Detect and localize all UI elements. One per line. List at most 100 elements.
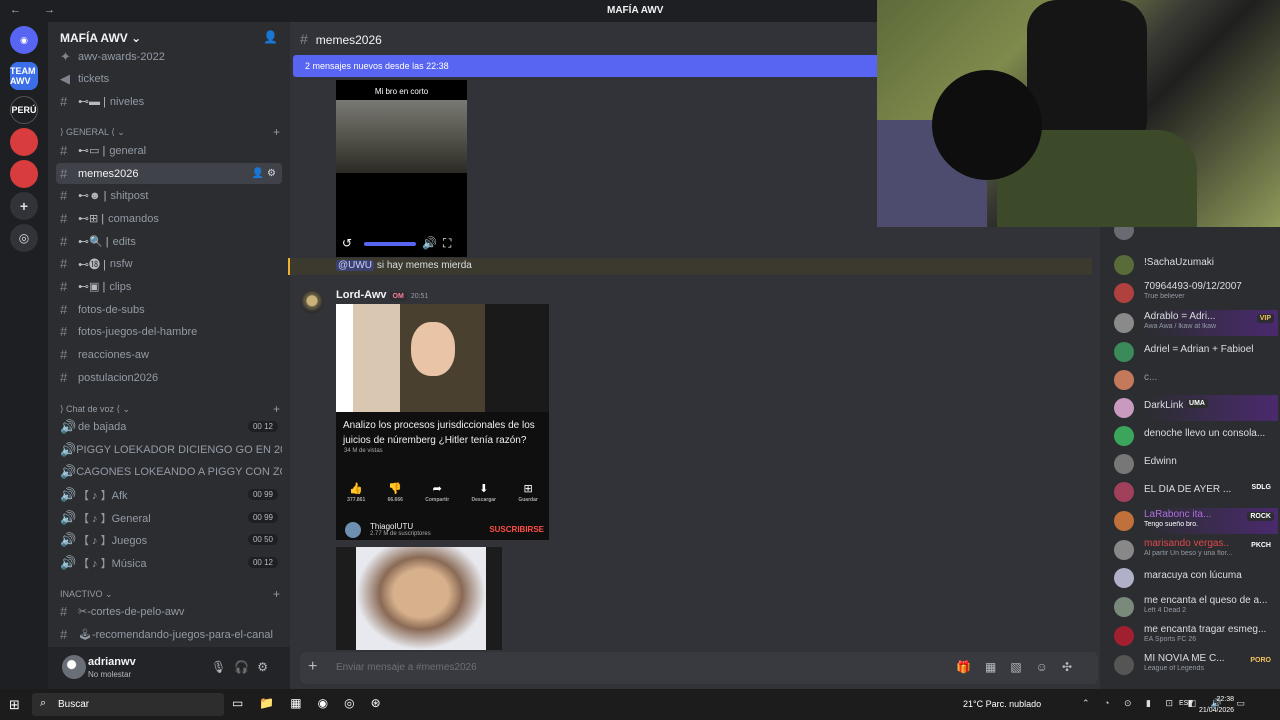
composer-tools[interactable]: 🎁▦▧☺✣ [956, 660, 1086, 674]
new-messages-bar[interactable]: 2 mensajes nuevos desde las 22:38 [293, 55, 877, 77]
user-controls[interactable]: 🎙🎧⚙ [211, 660, 276, 674]
member-item[interactable]: MI NOVIA ME C... League of Legends PORO [1112, 652, 1278, 678]
member-item[interactable]: LaRabonc ita... Tengo sueño bro. ROCK [1112, 508, 1278, 534]
voice-de-bajada[interactable]: 🔊 de bajada 00 12 [56, 416, 282, 437]
category-general[interactable]: ⟩ GENERAL ⟨ ⌄ + [60, 125, 286, 139]
headphones-icon[interactable]: 🎧 [234, 660, 257, 674]
sticker-icon[interactable]: ▧ [1010, 660, 1035, 674]
channel-reacciones[interactable]: # reacciones-aw [56, 344, 282, 365]
voice-general[interactable]: 🔊 【 ♪ 】General 00 99 [56, 507, 282, 528]
youtube-embed[interactable]: Analizo los procesos jurisdiccionales de… [336, 304, 549, 540]
discord-icon[interactable]: ◉ [318, 696, 344, 710]
discord-home-icon[interactable]: ◉ [10, 26, 38, 54]
voice-juegos[interactable]: 🔊 【 ♪ 】Juegos 00 50 [56, 529, 282, 550]
add-channel-icon[interactable]: + [273, 402, 280, 416]
share-button[interactable]: ➦ Compartir [425, 482, 449, 503]
add-channel-icon[interactable]: + [273, 587, 280, 601]
author-name[interactable]: Lord-Awv [336, 289, 387, 301]
category-voice[interactable]: ⟩ Chat de voz ⟨ ⌄ + [60, 402, 286, 416]
mic-icon[interactable]: 🎙 [211, 660, 234, 674]
member-item[interactable]: !SachaUzumaki [1112, 252, 1278, 278]
channel-settings-icon[interactable]: 👤 ⚙ [252, 168, 276, 179]
avatar[interactable] [300, 290, 324, 314]
member-item[interactable]: 70964493-09/12/2007 True believer [1112, 280, 1278, 306]
channel-comandos[interactable]: # ⊷⊞ | comandos [56, 208, 282, 229]
replay-icon[interactable]: ↺ [342, 236, 352, 250]
member-item[interactable]: DarkLink UMA [1112, 395, 1278, 421]
channel-edits[interactable]: # ⊷🔍 | edits [56, 231, 282, 252]
server-red-1[interactable] [10, 128, 38, 156]
voice-musica[interactable]: 🔊 【 ♪ 】Música 00 12 [56, 552, 282, 573]
server-red-2[interactable] [10, 160, 38, 188]
task-view-icon[interactable]: ▭ [232, 696, 259, 710]
member-item[interactable]: denoche llevo un consola... [1112, 423, 1278, 449]
member-item[interactable]: Edwinn [1112, 451, 1278, 477]
chrome-icon[interactable]: ◎ [344, 696, 370, 710]
channel-fotos-juegos[interactable]: # fotos-juegos-del-hambre [56, 321, 282, 342]
channel-awv-awards[interactable]: ✦ awv-awards-2022 [56, 46, 282, 67]
member-item[interactable]: maracuya con lúcuma [1112, 565, 1278, 591]
member-item[interactable]: marisando vergas... Al partir Un beso y u… [1112, 537, 1278, 563]
channel-recomendando[interactable]: # 🕹-recomendando-juegos-para-el-canal [56, 624, 282, 645]
member-item[interactable]: Adriel = Adrian + Fabioel [1112, 339, 1278, 365]
windows-start-icon[interactable]: ⊞ [9, 697, 20, 713]
subscribe-button[interactable]: SUSCRIBIRSE [489, 525, 544, 534]
channel-memes2026[interactable]: # memes2026 👤 ⚙ [56, 163, 282, 184]
explorer-icon[interactable]: 📁 [259, 696, 290, 710]
video-title[interactable]: Analizo los procesos jurisdiccionales de… [336, 412, 549, 448]
voice-piggy-2[interactable]: 🔊 CAGONES LOKEANDO A PIGGY CON ZO... [56, 461, 282, 482]
member-item[interactable]: me encanta tragar esmeg... EA Sports FC 2… [1112, 623, 1278, 649]
gift-icon[interactable]: 🎁 [956, 660, 985, 674]
language-indicator[interactable]: ESP [1179, 700, 1193, 707]
server-team-awv[interactable]: TEAM AWV [10, 62, 38, 90]
username[interactable]: adrianwv [88, 656, 136, 668]
channel-tickets[interactable]: ◀ tickets [56, 68, 282, 89]
user-mention[interactable]: @UWU [336, 260, 375, 271]
gear-icon[interactable]: ⚙ [257, 660, 276, 674]
voice-piggy-1[interactable]: 🔊 PIGGY LOEKADOR DICIENGO GO EN 20 ... [56, 439, 282, 460]
member-item[interactable]: c... [1112, 367, 1278, 393]
clock[interactable]: 22:38 21/04/2026 [1199, 694, 1234, 716]
explore-icon[interactable]: ◎ [10, 224, 38, 252]
channel-postulacion[interactable]: # postulacion2026 [56, 367, 282, 388]
channel-general[interactable]: # ⊷▭ | general [56, 140, 282, 161]
channel-shitpost[interactable]: # ⊷☻ | shitpost [56, 185, 282, 206]
server-peru[interactable]: PERÚ [10, 96, 38, 124]
like-button[interactable]: 👍 377.861 [347, 482, 365, 503]
add-channel-icon[interactable]: + [273, 125, 280, 139]
add-server-icon[interactable]: + [10, 192, 38, 220]
emoji-icon[interactable]: ☺ [1036, 660, 1062, 674]
yt-channel-name[interactable]: ThiagoIUTU [370, 522, 413, 531]
apps-icon[interactable]: ✣ [1062, 660, 1086, 674]
member-item[interactable]: Adrablo = Adri... Awa Awa / lkaw at lkaw V… [1112, 310, 1278, 336]
video-controls[interactable]: ↺ 🔊 ⛶ [342, 236, 462, 250]
channel-cortes[interactable]: # ✂-cortes-de-pelo-awv [56, 601, 282, 622]
channel-nsfw[interactable]: # ⊷⓲ | nsfw [56, 253, 282, 274]
avatar[interactable] [62, 655, 86, 679]
volume-icon[interactable]: 🔊 [422, 236, 437, 250]
attach-icon[interactable]: + [308, 658, 317, 676]
member-item[interactable] [1112, 227, 1278, 243]
weather-widget[interactable]: 21°C Parc. nublado [963, 699, 1041, 709]
volume-slider[interactable] [364, 242, 416, 246]
dislike-button[interactable]: 👎 66.666 [388, 482, 403, 503]
save-button[interactable]: ⊞ Guardar [518, 482, 537, 503]
invite-icon[interactable]: 👤 [263, 30, 278, 44]
steam-icon[interactable]: ⊛ [371, 696, 397, 710]
calendar-icon[interactable]: ▦ [290, 696, 317, 710]
message-composer[interactable]: + Enviar mensaje a #memes2026 🎁▦▧☺✣ [300, 652, 1098, 684]
avatar[interactable] [345, 522, 361, 538]
gif-icon[interactable]: ▦ [985, 660, 1010, 674]
download-button[interactable]: ⬇ Descargar [472, 482, 496, 503]
member-item[interactable]: EL DIA DE AYER ... SDLG [1112, 479, 1278, 505]
nav-arrows[interactable]: ← → [10, 4, 65, 16]
video-embed[interactable]: Mi bro en corto ↺ 🔊 ⛶ [336, 80, 467, 257]
voice-afk[interactable]: 🔊 【 ♪ 】Afk 00 99 [56, 484, 282, 505]
channel-niveles[interactable]: # ⊷▬ | niveles [56, 91, 282, 112]
channel-fotos-de-subs[interactable]: # fotos-de-subs [56, 299, 282, 320]
category-inactive[interactable]: INACTIVO ⌄ + [60, 587, 286, 601]
channel-clips[interactable]: # ⊷▣ | clips [56, 276, 282, 297]
message-input[interactable]: Enviar mensaje a #memes2026 [336, 662, 477, 673]
image-attachment[interactable] [336, 547, 502, 650]
video-thumbnail[interactable] [336, 304, 549, 412]
